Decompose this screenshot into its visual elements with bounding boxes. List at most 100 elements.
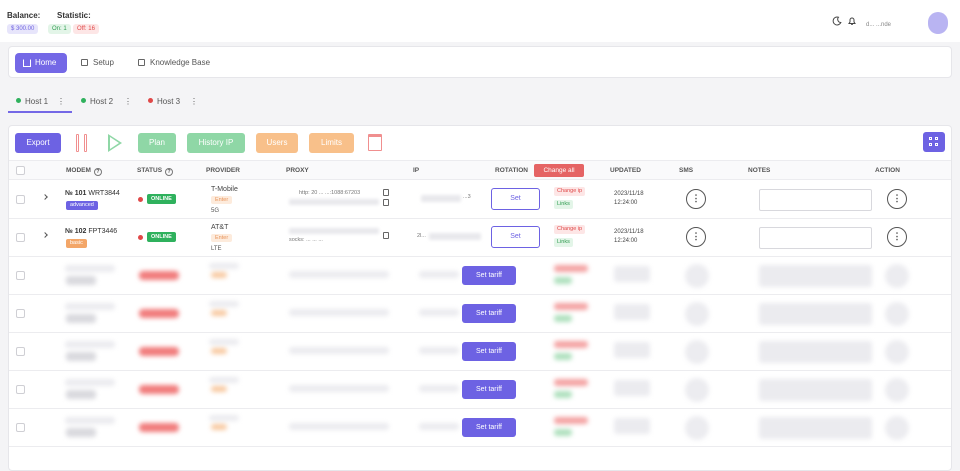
chevron-right-icon[interactable]: [42, 232, 48, 238]
links-button[interactable]: Links: [554, 238, 573, 247]
table-row: № 101 WRT3844 advanced ONLINE T-Mobile E…: [9, 181, 951, 219]
tab-host-2-label: Host 2: [90, 97, 114, 106]
header-sms: SMS: [679, 167, 694, 174]
set-tariff-button[interactable]: Set tariff: [462, 418, 516, 437]
nav-home-button[interactable]: Home: [15, 53, 67, 73]
main-nav: Home Setup Knowledge Base: [8, 46, 952, 78]
proxy-redacted: [289, 228, 379, 234]
status-dot: [138, 235, 143, 240]
tab-host-3-label: Host 3: [157, 97, 181, 106]
header-updated: UPDATED: [610, 167, 641, 174]
host-3-menu-icon[interactable]: ⋮: [190, 96, 198, 108]
notes-input[interactable]: [759, 227, 872, 249]
copy-icon[interactable]: [383, 189, 389, 196]
change-ip-button[interactable]: Change ip: [554, 225, 586, 234]
balance-value-badge: $ 300.00: [7, 24, 39, 34]
book-icon: [138, 59, 145, 66]
user-name[interactable]: d... ...nde: [866, 22, 891, 28]
pause-icon[interactable]: [76, 134, 90, 152]
row-checkbox[interactable]: [16, 423, 25, 432]
proxy-redacted: [289, 199, 379, 205]
nav-setup-button[interactable]: Setup: [81, 53, 114, 73]
links-button[interactable]: Links: [554, 200, 573, 209]
action-menu-icon[interactable]: ⋮: [887, 227, 907, 247]
table-row-locked: Set tariff: [9, 333, 951, 371]
sms-menu-icon[interactable]: ⋮: [686, 227, 706, 247]
nav-knowledge-base-button[interactable]: Knowledge Base: [138, 53, 210, 73]
host-status-dot: [148, 98, 153, 103]
copy-icon[interactable]: [383, 199, 389, 206]
row-checkbox[interactable]: [16, 385, 25, 394]
row-checkbox[interactable]: [16, 347, 25, 356]
moon-icon[interactable]: [832, 16, 842, 26]
nav-knowledge-label: Knowledge Base: [150, 58, 211, 67]
balance-label: Balance:: [7, 11, 41, 20]
provider-name: T-Mobile: [211, 186, 238, 193]
status-badge: ONLINE: [147, 232, 176, 242]
modem-name: № 101 WRT3844: [65, 190, 120, 197]
export-button[interactable]: Export: [15, 133, 61, 153]
select-all-checkbox[interactable]: [16, 166, 25, 175]
rotation-set-button[interactable]: Set: [491, 226, 540, 248]
modems-card: Export Plan History IP Users Limits MODE…: [8, 125, 952, 471]
limits-button[interactable]: Limits: [309, 133, 354, 153]
statistic-label: Statistic:: [57, 11, 91, 20]
row-checkbox[interactable]: [16, 271, 25, 280]
host-2-menu-icon[interactable]: ⋮: [124, 96, 132, 108]
bell-icon[interactable]: [847, 16, 857, 26]
row-checkbox[interactable]: [16, 233, 25, 242]
header-ip: IP: [413, 167, 420, 174]
set-tariff-button[interactable]: Set tariff: [462, 342, 516, 361]
sms-menu-icon[interactable]: ⋮: [686, 189, 706, 209]
proxy-string: socks: ... ... ...: [289, 237, 323, 243]
copy-icon[interactable]: [383, 232, 389, 239]
set-tariff-button[interactable]: Set tariff: [462, 304, 516, 323]
notes-input[interactable]: [759, 189, 872, 211]
network-type: 5G: [211, 208, 220, 214]
avatar[interactable]: [928, 12, 948, 34]
plan-tag: basic: [66, 239, 87, 248]
offline-count-badge: Off: 16: [73, 24, 99, 34]
row-checkbox[interactable]: [16, 309, 25, 318]
provider-name: AT&T: [211, 224, 229, 231]
host-1-menu-icon[interactable]: ⋮: [57, 96, 65, 108]
proxy-string: http: 20 ... ...:1088:67203: [299, 190, 361, 196]
ip-value: ...3: [463, 194, 471, 200]
trash-icon[interactable]: [368, 134, 382, 151]
tab-host-3[interactable]: Host 3: [148, 96, 180, 108]
provider-enter-tag[interactable]: Enter: [211, 196, 233, 204]
host-status-dot: [16, 98, 21, 103]
updated-timestamp: 2023/11/18 12:24:00: [614, 229, 644, 244]
tab-host-1[interactable]: Host 1: [16, 96, 48, 108]
ip-value: 2l...: [417, 233, 426, 239]
home-icon: [23, 59, 31, 67]
set-tariff-button[interactable]: Set tariff: [462, 380, 516, 399]
table-header: MODEM? STATUS? PROVIDER PROXY IP ROTATIO…: [9, 160, 951, 180]
help-icon: ?: [93, 168, 102, 176]
rotation-set-button[interactable]: Set: [491, 188, 540, 210]
history-ip-button[interactable]: History IP: [187, 133, 245, 153]
host-status-dot: [81, 98, 86, 103]
table-row-locked: Set tariff: [9, 371, 951, 409]
action-menu-icon[interactable]: ⋮: [887, 189, 907, 209]
set-tariff-button[interactable]: Set tariff: [462, 266, 516, 285]
table-row: № 102 FPT3446 basic ONLINE AT&T Enter LT…: [9, 219, 951, 257]
chevron-right-icon[interactable]: [42, 194, 48, 200]
grid-view-button[interactable]: [923, 132, 945, 152]
network-type: LTE: [211, 246, 222, 252]
play-icon[interactable]: [108, 134, 122, 152]
row-checkbox[interactable]: [16, 195, 25, 204]
change-ip-button[interactable]: Change ip: [554, 187, 586, 196]
nav-setup-label: Setup: [93, 58, 114, 67]
header-status: STATUS?: [137, 167, 174, 176]
plan-tag: advanced: [66, 201, 98, 210]
nav-home-label: Home: [35, 58, 57, 67]
change-all-button[interactable]: Change all: [534, 164, 584, 177]
plan-button[interactable]: Plan: [138, 133, 176, 153]
updated-timestamp: 2023/11/18 12:24:00: [614, 191, 644, 206]
users-button[interactable]: Users: [256, 133, 298, 153]
header-modem: MODEM?: [66, 167, 102, 176]
ip-redacted: [429, 233, 481, 240]
tab-host-2[interactable]: Host 2: [81, 96, 113, 108]
provider-enter-tag[interactable]: Enter: [211, 234, 233, 242]
